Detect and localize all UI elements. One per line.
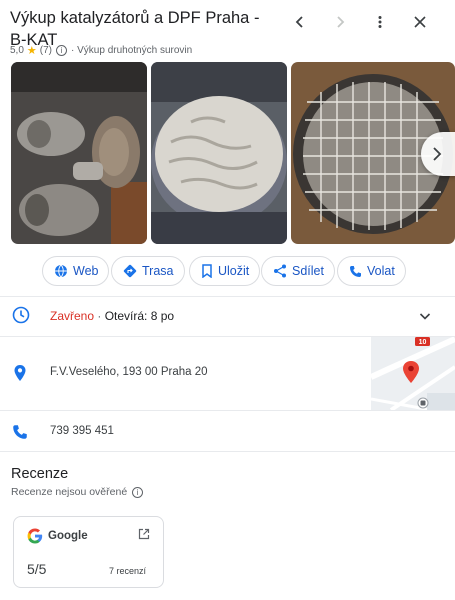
save-button[interactable]: Uložit bbox=[189, 256, 261, 286]
call-button[interactable]: Volat bbox=[337, 256, 406, 286]
rating-row: 5,0 ★ (7) i · Výkup druhotných surovin bbox=[10, 44, 192, 57]
road-badge-label: 10 bbox=[419, 339, 427, 346]
hours-status: Zavřeno bbox=[50, 309, 95, 323]
phone-number: 739 395 451 bbox=[50, 425, 114, 437]
close-button[interactable] bbox=[408, 10, 432, 34]
phone-icon bbox=[13, 425, 27, 439]
divider bbox=[0, 451, 455, 452]
hours-text: Zavřeno · Otevírá: 8 po bbox=[50, 309, 174, 323]
map-thumbnail[interactable]: 10 bbox=[371, 337, 455, 410]
address-text: F.V.Veselého, 193 00 Praha 20 bbox=[50, 366, 208, 378]
more-options-button[interactable] bbox=[368, 10, 392, 34]
phone-icon bbox=[350, 265, 361, 277]
forward-button[interactable] bbox=[328, 10, 352, 34]
google-logo-icon bbox=[27, 528, 43, 544]
review-source-name: Google bbox=[48, 530, 88, 542]
transit-icon bbox=[420, 400, 426, 406]
photo-dpf-top[interactable] bbox=[151, 62, 287, 244]
share-icon bbox=[274, 264, 286, 278]
rating-value: 5,0 bbox=[10, 45, 24, 56]
bookmark-icon bbox=[202, 264, 212, 278]
review-count[interactable]: (7) bbox=[40, 45, 52, 56]
globe-icon bbox=[55, 264, 67, 278]
action-chips: Web Trasa Uložit Sdílet Volat bbox=[0, 256, 455, 286]
chevron-right-icon bbox=[337, 16, 345, 28]
photo-catalysts-pile[interactable] bbox=[11, 62, 147, 244]
address-row[interactable]: F.V.Veselého, 193 00 Praha 20 10 bbox=[0, 337, 455, 410]
chevron-left-icon bbox=[295, 16, 303, 28]
opening-hours-row[interactable]: Zavřeno · Otevírá: 8 po bbox=[0, 296, 455, 336]
more-vert-icon bbox=[378, 16, 382, 28]
save-button-label: Uložit bbox=[218, 264, 250, 278]
web-button[interactable]: Web bbox=[42, 256, 110, 286]
review-count-link[interactable]: 7 recenzí bbox=[109, 566, 146, 576]
directions-button[interactable]: Trasa bbox=[111, 256, 185, 286]
location-pin-icon bbox=[14, 365, 26, 381]
share-button[interactable]: Sdílet bbox=[261, 256, 335, 286]
info-icon[interactable]: i bbox=[56, 45, 68, 56]
reviews-disclaimer: Recenze nejsou ověřené bbox=[11, 486, 128, 498]
reviews-heading: Recenze bbox=[11, 466, 69, 482]
directions-button-label: Trasa bbox=[142, 264, 174, 278]
chevron-right-icon bbox=[433, 147, 442, 161]
close-icon bbox=[414, 16, 426, 28]
phone-row[interactable]: 739 395 451 bbox=[0, 411, 455, 451]
web-button-label: Web bbox=[73, 264, 99, 278]
place-category[interactable]: Výkup druhotných surovin bbox=[77, 45, 192, 56]
open-external-icon[interactable] bbox=[138, 528, 150, 540]
review-score: 5/5 bbox=[27, 561, 47, 577]
photo-strip bbox=[0, 62, 455, 246]
star-icon: ★ bbox=[26, 45, 37, 57]
info-icon[interactable]: i bbox=[132, 486, 144, 498]
back-button[interactable] bbox=[288, 10, 312, 34]
chevron-down-icon[interactable] bbox=[418, 309, 432, 323]
directions-icon bbox=[123, 264, 137, 278]
clock-icon bbox=[12, 306, 30, 324]
google-review-card[interactable]: Google 5/5 7 recenzí bbox=[13, 516, 164, 588]
share-button-label: Sdílet bbox=[292, 264, 324, 278]
place-header: Výkup katalyzátorů a DPF Praha - B-KAT 5… bbox=[0, 0, 455, 62]
call-button-label: Volat bbox=[367, 264, 395, 278]
reviews-subtitle: Recenze nejsou ověřené i bbox=[11, 486, 144, 498]
hours-opens: Otevírá: 8 po bbox=[104, 309, 175, 323]
hours-separator: · bbox=[94, 309, 105, 323]
